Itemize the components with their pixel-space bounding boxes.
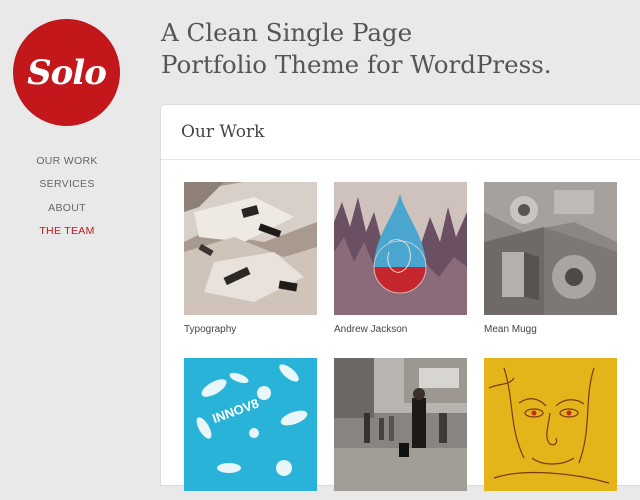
nav-item-about[interactable]: ABOUT — [0, 197, 134, 220]
yellow-face-sketch-thumbnail[interactable] — [484, 358, 617, 491]
portfolio-item-4[interactable]: INNOV8 — [184, 358, 317, 500]
portfolio-caption: Typography — [184, 324, 237, 335]
nav-item-the-team[interactable]: THE TEAM — [0, 220, 134, 243]
site-tagline: A Clean Single Page Portfolio Theme for … — [161, 17, 631, 81]
nav-item-services[interactable]: SERVICES — [0, 173, 134, 196]
portfolio-item-6[interactable] — [484, 358, 617, 500]
portfolio-item-mean-mugg[interactable]: Mean Mugg — [484, 182, 617, 335]
portfolio-item-typography[interactable]: Typography — [184, 182, 317, 335]
nav-item-our-work[interactable]: OUR WORK — [0, 150, 134, 173]
main-nav: OUR WORK SERVICES ABOUT THE TEAM — [0, 150, 134, 243]
portfolio-item-5[interactable] — [334, 358, 467, 500]
street-photo-thumbnail[interactable] — [334, 358, 467, 491]
portfolio-caption: Andrew Jackson — [334, 324, 408, 335]
stone-lettering-thumbnail[interactable] — [484, 182, 617, 315]
tagline-line-1: A Clean Single Page — [161, 18, 413, 47]
forest-drop-illustration-thumbnail[interactable] — [334, 182, 467, 315]
blue-floral-pattern-thumbnail[interactable]: INNOV8 — [184, 358, 317, 491]
portfolio-item-andrew-jackson[interactable]: Andrew Jackson — [334, 182, 467, 335]
portfolio-caption: Mean Mugg — [484, 324, 537, 335]
logo-text: Solo — [27, 52, 107, 93]
tagline-line-2: Portfolio Theme for WordPress. — [161, 50, 552, 79]
our-work-panel: Our Work Typography Andrew Jackson Mean … — [160, 104, 640, 491]
section-title: Our Work — [161, 105, 640, 160]
typography-photo-thumbnail[interactable] — [184, 182, 317, 315]
solo-logo[interactable]: Solo — [13, 19, 120, 126]
